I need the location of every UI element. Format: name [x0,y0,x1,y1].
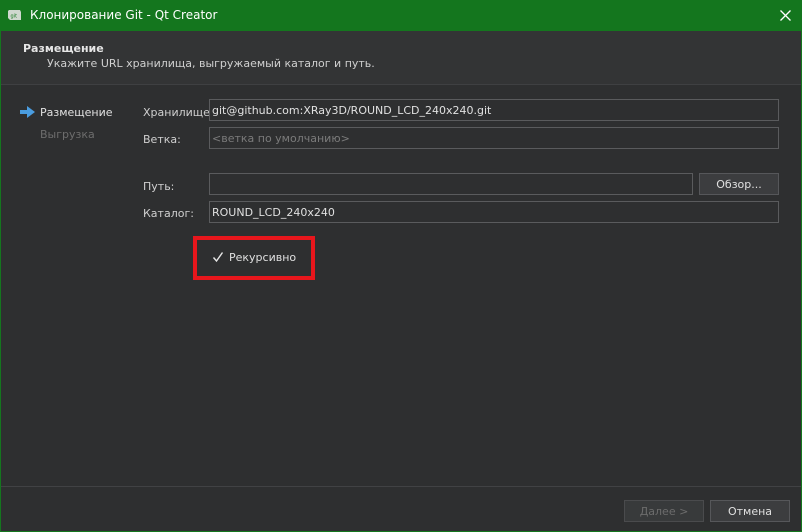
path-label: Путь: [143,180,175,193]
page-subtitle: Укажите URL хранилища, выгружаемый катал… [47,57,375,70]
qt-creator-icon: git [8,10,21,20]
sidebar-step-location: Размещение [40,106,113,119]
directory-input[interactable]: ROUND_LCD_240x240 [209,201,779,223]
recursive-checkbox[interactable] [211,250,225,264]
recursive-checkbox-label[interactable]: Рекурсивно [229,251,296,264]
directory-label: Каталог: [143,207,194,220]
browse-button[interactable]: Обзор... [699,173,779,195]
branch-label: Ветка: [143,133,181,146]
close-button[interactable] [768,0,802,31]
branch-input[interactable]: <ветка по умолчанию> [209,127,779,149]
path-input[interactable] [209,173,693,195]
footer-divider [1,486,801,487]
cancel-button[interactable]: Отмена [710,500,790,522]
window-title: Клонирование Git - Qt Creator [30,8,218,22]
current-step-arrow-icon [20,106,35,118]
svg-text:git: git [11,14,18,20]
checkmark-icon [212,252,224,263]
next-button[interactable]: Далее > [624,500,704,522]
close-icon [779,10,791,21]
repository-input[interactable]: git@github.com:XRay3D/ROUND_LCD_240x240.… [209,99,779,121]
window-titlebar: git Клонирование Git - Qt Creator [0,0,802,31]
repository-label: Хранилище: [143,106,214,119]
page-title: Размещение [23,42,104,55]
sidebar-step-checkout: Выгрузка [40,128,95,141]
wizard-header: Размещение Укажите URL хранилища, выгруж… [1,31,801,85]
